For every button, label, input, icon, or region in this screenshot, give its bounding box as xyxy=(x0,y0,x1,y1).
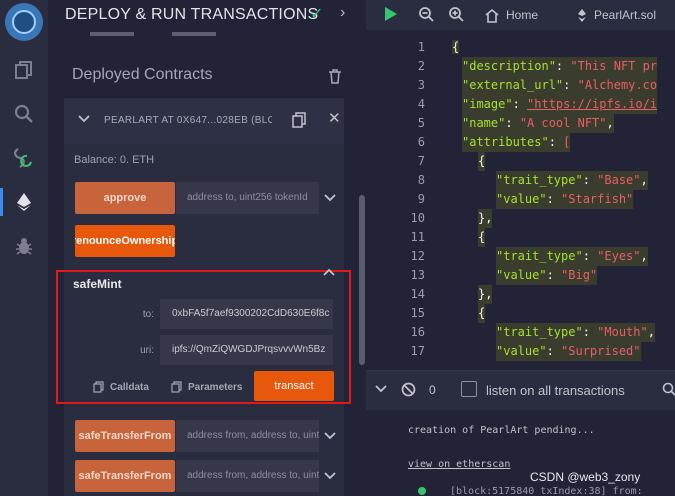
code-line: 16 "trait_type": "Mouth", xyxy=(366,323,675,342)
check-icon: ✓ xyxy=(310,6,324,23)
to-address-input[interactable]: 0xbFA5f7aef9300202CdD630E6f8c xyxy=(160,299,333,329)
tab-file-label: PearlArt.sol xyxy=(594,8,657,22)
contract-name: PEARLART AT 0X647...028EB (BLOCKCHAIN) xyxy=(104,115,272,126)
code-line: 6 "attributes": [ xyxy=(366,133,675,152)
trash-icon[interactable] xyxy=(328,68,342,89)
chevron-down-icon[interactable] xyxy=(323,469,337,488)
chevron-down-icon[interactable] xyxy=(374,382,388,401)
solidity-compiler-icon[interactable] xyxy=(0,140,48,176)
chevron-down-icon[interactable] xyxy=(77,112,91,131)
etherscan-link[interactable]: view on etherscan xyxy=(408,459,510,470)
copy-icon xyxy=(93,381,104,393)
code-line: 15{ xyxy=(366,304,675,323)
search-icon[interactable] xyxy=(0,96,48,132)
chevron-down-icon[interactable] xyxy=(323,429,337,448)
code-line: 11{ xyxy=(366,228,675,247)
code-line: 4 "image": "https://ipfs.io/i xyxy=(366,95,675,114)
terminal-tx-line: [block:5175840 txIndex:38] from: xyxy=(450,486,643,496)
panel-title: DEPLOY & RUN TRANSACTIONS xyxy=(65,6,319,23)
deploy-run-icon[interactable] xyxy=(0,184,48,220)
transact-button[interactable]: transact xyxy=(254,371,334,401)
status-dot xyxy=(418,487,426,495)
listen-checkbox[interactable] xyxy=(461,381,477,397)
approve-button[interactable]: approve xyxy=(75,182,175,214)
code-line: 9 "value": "Starfish" xyxy=(366,190,675,209)
zoom-out-icon[interactable] xyxy=(418,6,434,27)
safe-transfer-args-input[interactable]: address from, address to, uint256 tokenI… xyxy=(176,420,319,452)
home-icon xyxy=(485,8,499,23)
to-label: to: xyxy=(142,309,154,320)
calldata-label: Calldata xyxy=(110,381,149,393)
safe-transfer-data-args-input[interactable]: address from, address to, uint256 tokenI… xyxy=(176,460,319,492)
chevron-up-icon[interactable] xyxy=(322,265,336,284)
chevron-right-icon[interactable]: › xyxy=(340,4,345,22)
pending-count: 0 xyxy=(429,383,436,397)
editor-toolbar: Home PearlArt.sol xyxy=(366,0,675,30)
renounce-ownership-button[interactable]: renounceOwnership xyxy=(75,225,175,257)
watermark: CSDN @web3_zony xyxy=(530,470,641,484)
code-line: 7{ xyxy=(366,152,675,171)
uri-label: uri: xyxy=(140,345,154,356)
copy-icon[interactable] xyxy=(292,112,306,133)
code-line: 8 "trait_type": "Base", xyxy=(366,171,675,190)
code-line: 13 "value": "Big" xyxy=(366,266,675,285)
code-line: 14}, xyxy=(366,285,675,304)
terminal-toolbar: 0 listen on all transactions xyxy=(366,370,675,410)
parameters-button[interactable]: Parameters xyxy=(171,381,242,393)
tab-indicator xyxy=(172,32,216,36)
deploy-panel: DEPLOY & RUN TRANSACTIONS ✓ › Deployed C… xyxy=(48,0,366,496)
code-line: 3 "external_url": "Alchemy.co xyxy=(366,76,675,95)
zoom-in-icon[interactable] xyxy=(448,6,464,27)
listen-label: listen on all transactions xyxy=(486,383,625,398)
contract-header[interactable]: PEARLART AT 0X647...028EB (BLOCKCHAIN) ✕ xyxy=(64,98,344,144)
close-icon[interactable]: ✕ xyxy=(328,109,341,127)
tab-pearlart[interactable]: PearlArt.sol xyxy=(572,0,675,30)
safe-transfer-from-button[interactable]: safeTransferFrom xyxy=(75,460,175,492)
terminal-message: creation of PearlArt pending... xyxy=(408,425,595,436)
tab-home[interactable]: Home xyxy=(482,0,562,30)
safe-transfer-from-button[interactable]: safeTransferFrom xyxy=(75,420,175,452)
uri-input[interactable]: ipfs://QmZiQWGDJPrqsvvvWn5Bz xyxy=(160,335,333,365)
calldata-button[interactable]: Calldata xyxy=(93,381,149,393)
code-line: 12 "trait_type": "Eyes", xyxy=(366,247,675,266)
search-icon[interactable] xyxy=(662,382,675,401)
debugger-icon[interactable] xyxy=(0,228,48,264)
icon-bar xyxy=(0,0,48,496)
copy-icon xyxy=(171,381,182,393)
solidity-icon xyxy=(578,8,586,22)
code-line: 10}, xyxy=(366,209,675,228)
run-script-icon[interactable] xyxy=(382,6,398,27)
parameters-label: Parameters xyxy=(188,381,243,393)
tab-home-label: Home xyxy=(506,8,539,22)
chevron-down-icon[interactable] xyxy=(323,191,337,210)
clear-icon[interactable] xyxy=(401,382,416,402)
safe-mint-title: safeMint xyxy=(73,277,122,291)
file-explorer-icon[interactable] xyxy=(0,52,48,88)
tab-indicator xyxy=(90,32,134,36)
panel-scrollbar[interactable] xyxy=(359,195,365,365)
deployed-contracts-label: Deployed Contracts xyxy=(72,66,213,83)
code-line: 5 "name": "A cool NFT", xyxy=(366,114,675,133)
remix-logo[interactable] xyxy=(5,3,43,41)
code-line: 17 "value": "Surprised" xyxy=(366,342,675,361)
code-line: 2 "description": "This NFT pr xyxy=(366,57,675,76)
code-line: 1{ xyxy=(417,40,460,54)
code-editor[interactable]: 1{ 2 "description": "This NFT pr 3 "extern… xyxy=(366,36,675,370)
approve-args-input[interactable]: address to, uint256 tokenId xyxy=(176,182,319,214)
balance-text: Balance: 0. ETH xyxy=(74,154,155,166)
